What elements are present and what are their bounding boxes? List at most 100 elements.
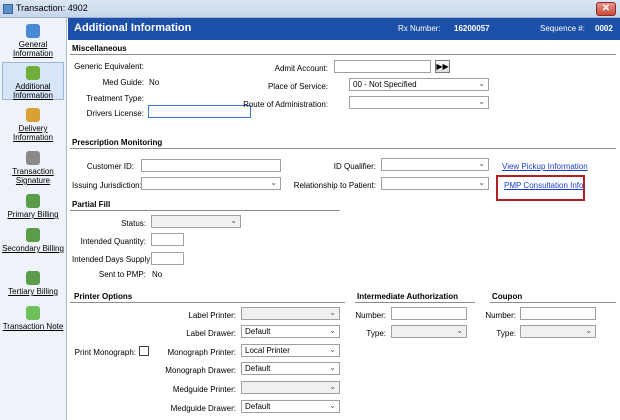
transaction-note-icon <box>26 306 40 320</box>
medguide-drawer-select[interactable]: Default ⌄ <box>241 400 340 413</box>
place-of-service-value: 00 - Not Specified <box>353 80 417 89</box>
close-button[interactable]: ✕ <box>596 2 616 16</box>
label-printer-label: Label Printer: <box>188 311 236 320</box>
print-monograph-checkbox[interactable] <box>139 346 149 356</box>
transaction-signature-icon <box>26 151 40 165</box>
sidebar-item-label: Primary Billing <box>7 210 59 219</box>
route-of-administration-label: Route of Administration: <box>243 100 328 109</box>
divider <box>70 148 616 149</box>
monograph-drawer-value: Default <box>245 364 271 373</box>
chevron-down-icon: ⌄ <box>478 159 485 168</box>
intended-quantity-input[interactable] <box>151 233 184 246</box>
chevron-down-icon: ⌄ <box>329 308 336 317</box>
sidebar-item-label: General Information <box>12 40 54 58</box>
treatment-type-label: Treatment Type: <box>86 94 144 103</box>
medguide-printer-select[interactable]: ⌄ <box>241 381 340 394</box>
chevron-down-icon: ⌄ <box>270 178 277 187</box>
general-information-icon <box>26 24 40 38</box>
section-intermediate-authorization: Intermediate Authorization <box>357 292 459 301</box>
chevron-down-icon: ⌄ <box>585 326 592 335</box>
divider <box>490 302 616 303</box>
print-monograph-label: Print Monograph: <box>74 348 136 357</box>
sidebar-item-label: Transaction Note <box>2 322 64 331</box>
page-header: Additional Information Rx Number: 162000… <box>68 18 620 40</box>
sidebar-item-transaction-signature[interactable]: Transaction Signature <box>2 151 64 185</box>
sidebar-item-general-information[interactable]: General Information <box>2 24 64 58</box>
sidebar-item-label: Tertiary Billing <box>8 287 58 296</box>
coupon-type-label: Type: <box>496 329 516 338</box>
chevron-down-icon: ⌄ <box>456 326 463 335</box>
auth-number-label: Number: <box>355 311 386 320</box>
customer-id-label: Customer ID: <box>86 162 134 171</box>
divider <box>70 54 616 55</box>
medguide-drawer-value: Default <box>245 402 271 411</box>
relationship-to-patient-label: Relationship to Patient: <box>293 181 376 190</box>
issuing-jurisdiction-select[interactable]: ⌄ <box>141 177 281 190</box>
section-partial-fill: Partial Fill <box>72 200 111 209</box>
delivery-information-icon <box>26 108 40 122</box>
auth-type-select[interactable]: ⌄ <box>391 325 467 338</box>
med-guide-value: No <box>149 78 160 87</box>
chevron-down-icon: ⌄ <box>329 345 336 354</box>
rx-number-value: 16200057 <box>454 24 490 33</box>
label-drawer-label: Label Drawer: <box>186 329 236 338</box>
sidebar-item-label: Secondary Billing <box>2 244 64 253</box>
auth-type-label: Type: <box>366 329 386 338</box>
sidebar-item-label: Additional Information <box>12 82 54 100</box>
view-pickup-information-link[interactable]: View Pickup Information <box>502 162 588 171</box>
chevron-down-icon: ⌄ <box>478 79 485 88</box>
chevron-down-icon: ⌄ <box>230 216 237 225</box>
issuing-jurisdiction-label: Issuing Jurisdiction: <box>72 181 142 190</box>
sidebar-item-additional-information[interactable]: Additional Information <box>2 62 64 100</box>
primary-billing-icon <box>26 194 40 208</box>
drivers-license-label: Drivers License: <box>86 109 144 118</box>
chevron-down-icon: ⌄ <box>329 363 336 372</box>
section-coupon: Coupon <box>492 292 523 301</box>
coupon-number-label: Number: <box>485 311 516 320</box>
sidebar-item-delivery-information[interactable]: Delivery Information <box>2 108 64 142</box>
sent-to-pmp-label: Sent to PMP: <box>98 270 146 279</box>
admit-account-lookup-button[interactable]: ▶▶ <box>435 60 450 73</box>
monograph-printer-select[interactable]: Local Printer ⌄ <box>241 344 340 357</box>
place-of-service-label: Place of Service: <box>267 82 328 91</box>
section-prescription-monitoring: Prescription Monitoring <box>72 138 163 147</box>
partial-status-label: Status: <box>121 219 146 228</box>
divider <box>355 302 475 303</box>
sent-to-pmp-value: No <box>152 270 163 279</box>
route-of-administration-select[interactable]: ⌄ <box>349 96 489 109</box>
partial-status-select[interactable]: ⌄ <box>151 215 241 228</box>
medguide-printer-label: Medguide Printer: <box>172 385 236 394</box>
admit-account-input[interactable] <box>334 60 431 73</box>
drivers-license-input[interactable] <box>148 105 251 118</box>
chevron-down-icon: ⌄ <box>329 401 336 410</box>
chevron-down-icon: ⌄ <box>478 97 485 106</box>
intended-quantity-label: Intended Quantity: <box>80 237 146 246</box>
relationship-to-patient-select[interactable]: ⌄ <box>381 177 489 190</box>
pmp-consultation-info-link[interactable]: PMP Consultation Info <box>504 181 583 190</box>
monograph-drawer-label: Monograph Drawer: <box>165 366 236 375</box>
coupon-number-input[interactable] <box>520 307 596 320</box>
tertiary-billing-icon <box>26 271 40 285</box>
label-printer-select[interactable]: ⌄ <box>241 307 340 320</box>
med-guide-label: Med Guide: <box>102 78 144 87</box>
section-miscellaneous: Miscellaneous <box>72 44 127 53</box>
sidebar-item-transaction-note[interactable]: Transaction Note <box>2 306 64 331</box>
id-qualifier-select[interactable]: ⌄ <box>381 158 489 171</box>
intended-days-supply-input[interactable] <box>151 252 184 265</box>
sidebar-item-primary-billing[interactable]: Primary Billing <box>2 194 64 219</box>
intended-days-supply-label: Intended Days Supply: <box>72 255 153 264</box>
admit-account-label: Admit Account: <box>274 64 328 73</box>
customer-id-input[interactable] <box>141 159 281 172</box>
coupon-type-select[interactable]: ⌄ <box>520 325 596 338</box>
auth-number-input[interactable] <box>391 307 467 320</box>
label-drawer-select[interactable]: Default ⌄ <box>241 325 340 338</box>
sidebar-item-tertiary-billing[interactable]: Tertiary Billing <box>2 271 64 296</box>
place-of-service-select[interactable]: 00 - Not Specified ⌄ <box>349 78 489 91</box>
sidebar-item-secondary-billing[interactable]: Secondary Billing <box>2 228 64 253</box>
rx-number-label: Rx Number: <box>398 24 441 33</box>
chevron-down-icon: ⌄ <box>478 178 485 187</box>
sidebar: General Information Additional Informati… <box>0 18 67 420</box>
monograph-drawer-select[interactable]: Default ⌄ <box>241 362 340 375</box>
additional-information-icon <box>26 66 40 80</box>
sequence-value: 0002 <box>595 24 613 33</box>
